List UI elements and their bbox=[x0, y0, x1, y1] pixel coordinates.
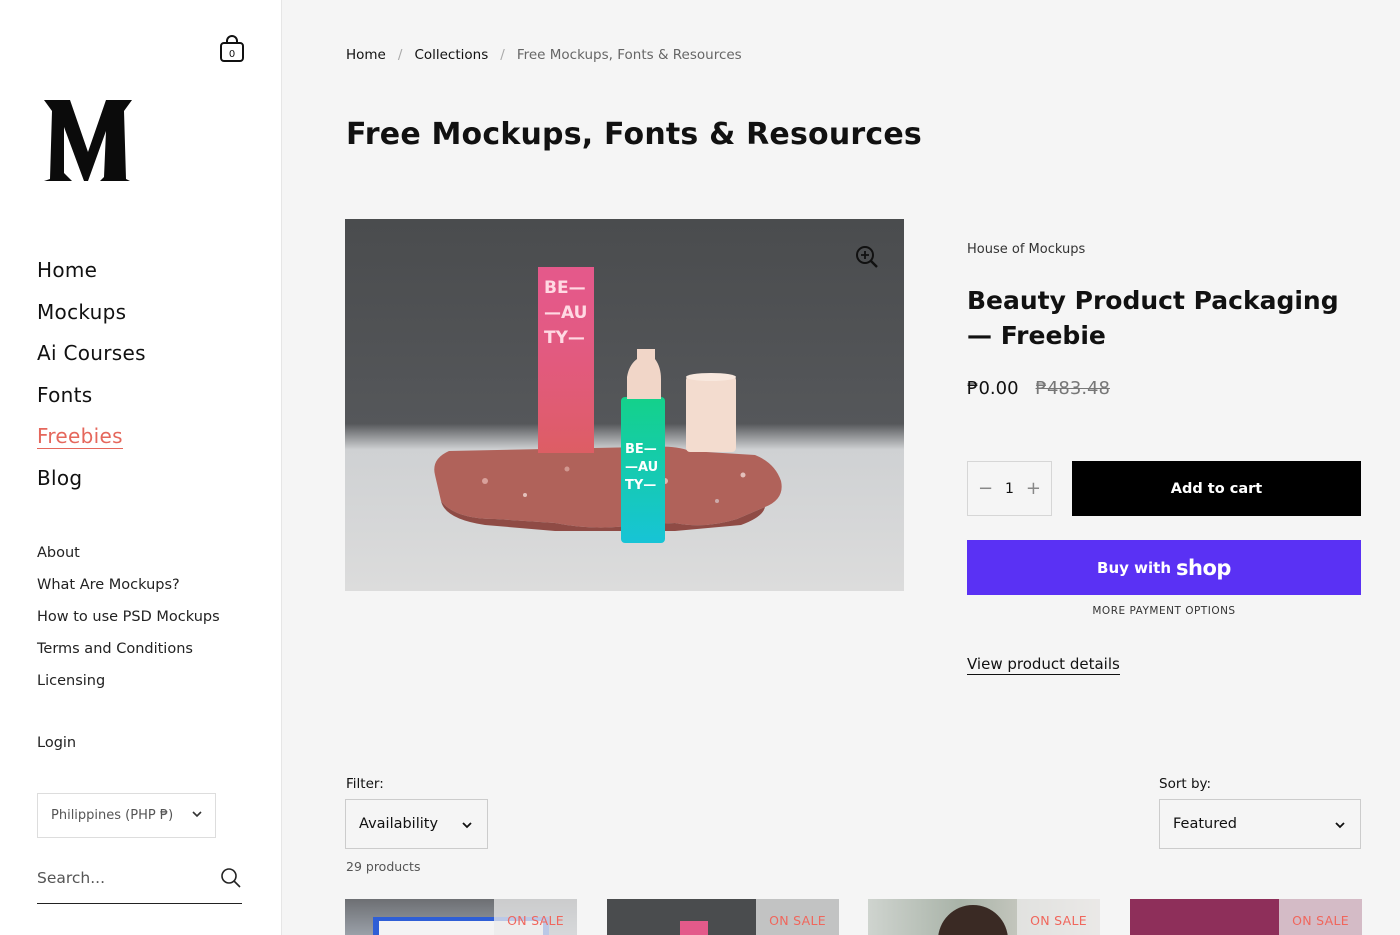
sort-label: Sort by: bbox=[1159, 776, 1212, 792]
availability-filter-select[interactable]: Availability bbox=[345, 799, 488, 849]
nav-item-home[interactable]: Home bbox=[37, 254, 146, 296]
svg-text:BE—: BE— bbox=[544, 278, 586, 298]
nav-item-what-are-mockups[interactable]: What Are Mockups? bbox=[37, 574, 220, 606]
breadcrumb-current: Free Mockups, Fonts & Resources bbox=[516, 47, 742, 63]
increase-quantity-button[interactable]: + bbox=[1026, 478, 1041, 499]
more-payment-options-link[interactable]: MORE PAYMENT OPTIONS bbox=[967, 605, 1361, 617]
chevron-down-icon bbox=[1335, 822, 1345, 829]
sidebar: 0 Home Mockups Ai Courses Fonts Freebies… bbox=[0, 0, 282, 935]
product-vendor[interactable]: House of Mockups bbox=[967, 242, 1085, 257]
nav-item-ai-courses[interactable]: Ai Courses bbox=[37, 337, 146, 379]
breadcrumb-home[interactable]: Home bbox=[346, 47, 386, 63]
breadcrumb-separator: / bbox=[397, 47, 403, 63]
nav-item-how-to-use-psd[interactable]: How to use PSD Mockups bbox=[37, 606, 220, 638]
svg-text:BE—: BE— bbox=[625, 442, 657, 457]
add-to-cart-button[interactable]: Add to cart bbox=[1072, 461, 1361, 516]
shop-logo: shop bbox=[1176, 555, 1231, 580]
nav-item-about[interactable]: About bbox=[37, 542, 220, 574]
search-icon[interactable] bbox=[220, 867, 242, 889]
svg-text:—AU: —AU bbox=[625, 460, 658, 475]
product-card[interactable]: ON SALE bbox=[607, 899, 839, 935]
nav-item-licensing[interactable]: Licensing bbox=[37, 670, 220, 702]
breadcrumb: Home / Collections / Free Mockups, Fonts… bbox=[346, 47, 742, 63]
currency-value: Philippines (PHP ₱) bbox=[51, 808, 174, 823]
search-placeholder: Search... bbox=[37, 869, 106, 887]
on-sale-badge: ON SALE bbox=[494, 899, 577, 935]
search-input[interactable]: Search... bbox=[37, 864, 242, 904]
buy-with-label: Buy with bbox=[1097, 558, 1172, 577]
current-price: ₱0.00 bbox=[967, 378, 1019, 399]
decrease-quantity-button[interactable]: − bbox=[978, 478, 993, 499]
breadcrumb-separator: / bbox=[500, 47, 505, 63]
buy-with-shop-button[interactable]: Buy with shop bbox=[967, 540, 1361, 595]
on-sale-badge: ON SALE bbox=[1017, 899, 1100, 935]
compare-at-price: ₱483.48 bbox=[1035, 378, 1110, 399]
nav-item-fonts[interactable]: Fonts bbox=[37, 379, 146, 421]
sort-by-select[interactable]: Featured bbox=[1159, 799, 1361, 849]
on-sale-badge: ON SALE bbox=[1279, 899, 1362, 935]
chevron-down-icon bbox=[462, 822, 472, 829]
product-count: 29 products bbox=[346, 859, 421, 874]
main-navigation: Home Mockups Ai Courses Fonts Freebies B… bbox=[37, 254, 146, 503]
zoom-in-icon[interactable] bbox=[855, 245, 879, 269]
chevron-down-icon bbox=[192, 811, 202, 818]
svg-text:TY—: TY— bbox=[625, 478, 656, 493]
filter-value: Availability bbox=[359, 816, 439, 832]
svg-text:TY—: TY— bbox=[544, 328, 585, 348]
product-card[interactable]: ON SALE bbox=[1130, 899, 1362, 935]
page-title: Free Mockups, Fonts & Resources bbox=[346, 117, 922, 152]
nav-item-mockups[interactable]: Mockups bbox=[37, 296, 146, 338]
filter-label: Filter: bbox=[346, 776, 384, 792]
breadcrumb-collections[interactable]: Collections bbox=[414, 47, 488, 63]
on-sale-badge: ON SALE bbox=[756, 899, 839, 935]
quantity-stepper: − 1 + bbox=[967, 461, 1052, 516]
login-link[interactable]: Login bbox=[37, 735, 76, 751]
shopping-bag-icon: 0 bbox=[220, 35, 244, 62]
cart-button[interactable]: 0 bbox=[219, 34, 245, 64]
sort-value: Featured bbox=[1173, 816, 1237, 832]
product-title: Beauty Product Packaging — Freebie bbox=[967, 286, 1339, 350]
product-card[interactable]: ON SALE bbox=[868, 899, 1100, 935]
cart-count: 0 bbox=[229, 49, 235, 60]
nav-item-terms[interactable]: Terms and Conditions bbox=[37, 638, 220, 670]
view-product-details-link[interactable]: View product details bbox=[967, 655, 1120, 675]
site-logo[interactable] bbox=[40, 97, 134, 183]
product-card[interactable]: ON SALE bbox=[345, 899, 577, 935]
nav-item-blog[interactable]: Blog bbox=[37, 462, 146, 504]
nav-item-freebies[interactable]: Freebies bbox=[37, 420, 146, 462]
currency-selector[interactable]: Philippines (PHP ₱) bbox=[37, 793, 216, 838]
product-price: ₱0.00 ₱483.48 bbox=[967, 378, 1110, 399]
secondary-navigation: About What Are Mockups? How to use PSD M… bbox=[37, 542, 220, 702]
svg-text:—AU: —AU bbox=[544, 303, 587, 323]
product-image[interactable]: BE— —AU TY— BE— —AU TY— bbox=[345, 219, 904, 591]
quantity-input[interactable]: 1 bbox=[1005, 481, 1014, 497]
